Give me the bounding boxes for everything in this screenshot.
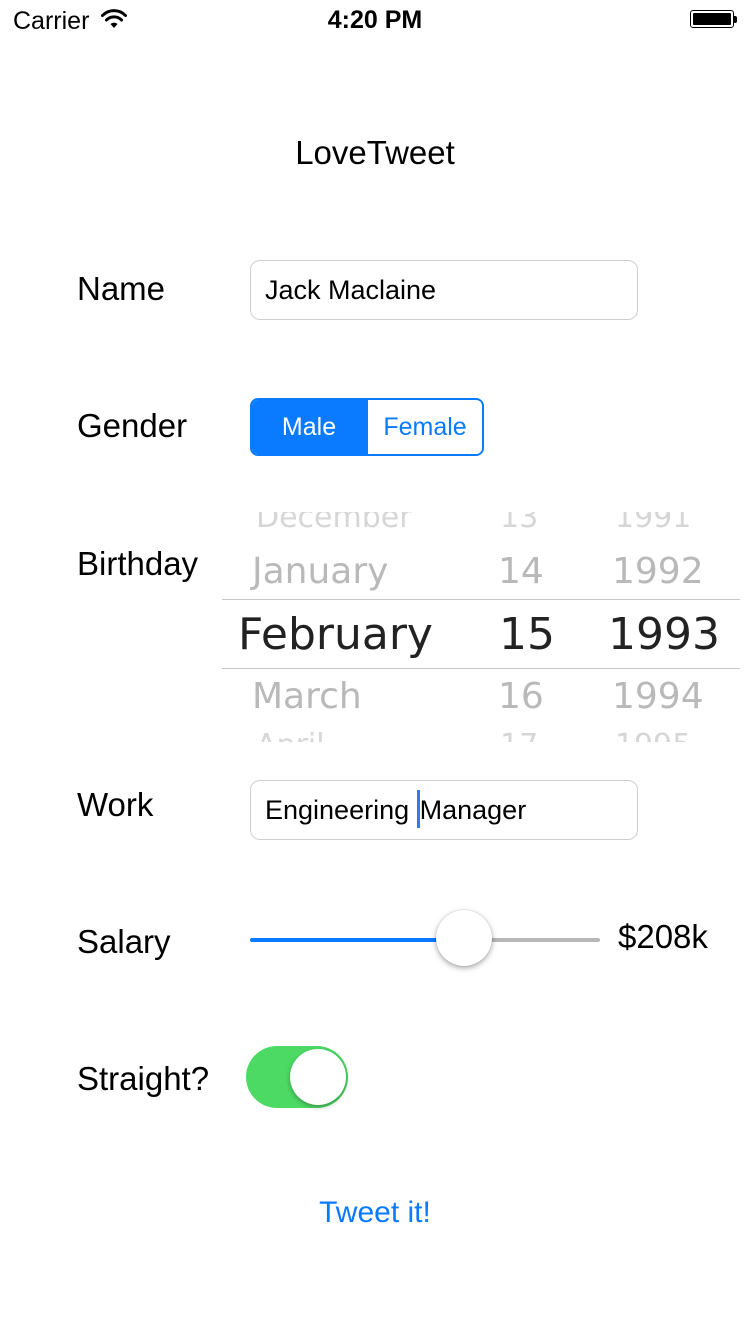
gender-segment-female[interactable]: Female xyxy=(366,400,482,454)
gender-label: Gender xyxy=(77,407,188,444)
picker-year-item[interactable]: 1994 xyxy=(612,676,704,717)
picker-month-selected[interactable]: February xyxy=(238,609,433,660)
straight-switch[interactable] xyxy=(246,1046,348,1108)
picker-day-selected[interactable]: 15 xyxy=(499,609,555,660)
work-field[interactable]: Engineering Manager xyxy=(250,780,638,840)
salary-slider-thumb[interactable] xyxy=(435,910,492,966)
picker-year-item[interactable]: 1995 xyxy=(615,728,691,742)
battery-icon xyxy=(690,10,738,30)
picker-selection-line-top xyxy=(222,599,740,600)
picker-day-item[interactable]: 14 xyxy=(498,551,544,592)
birthday-label: Birthday xyxy=(77,545,199,582)
battery-level xyxy=(693,13,731,25)
salary-label: Salary xyxy=(77,923,171,960)
tweet-it-button[interactable]: Tweet it! xyxy=(0,1192,750,1234)
status-time: 4:20 PM xyxy=(327,6,423,34)
picker-year-item[interactable]: 1991 xyxy=(615,512,691,535)
name-label: Name xyxy=(77,270,166,307)
birthday-date-picker[interactable]: December January February March April 13… xyxy=(222,512,740,742)
gender-segment-male[interactable]: Male xyxy=(252,400,366,454)
straight-label: Straight? xyxy=(77,1060,210,1097)
page-title: LoveTweet xyxy=(295,134,455,171)
picker-month-item[interactable]: January xyxy=(252,551,388,592)
picker-year-item[interactable]: 1992 xyxy=(612,551,704,592)
salary-value: $208k xyxy=(618,918,708,955)
picker-day-item[interactable]: 16 xyxy=(498,676,544,717)
picker-month-item[interactable]: March xyxy=(252,676,362,717)
gender-segmented-control[interactable]: Male Female xyxy=(250,398,484,456)
picker-day-item[interactable]: 17 xyxy=(500,728,538,742)
work-field-text-after: Manager xyxy=(419,795,527,825)
picker-month-item[interactable]: April xyxy=(256,728,325,742)
name-field[interactable]: Jack Maclaine xyxy=(250,260,638,320)
picker-day-item[interactable]: 13 xyxy=(500,512,538,535)
work-field-text-before: Engineering xyxy=(265,795,417,825)
picker-year-selected[interactable]: 1993 xyxy=(608,609,720,660)
picker-selection-line-bottom xyxy=(222,668,740,669)
switch-knob xyxy=(290,1049,346,1105)
work-label: Work xyxy=(77,786,154,823)
salary-slider-min-track[interactable] xyxy=(250,938,464,942)
picker-month-item[interactable]: December xyxy=(256,512,412,535)
